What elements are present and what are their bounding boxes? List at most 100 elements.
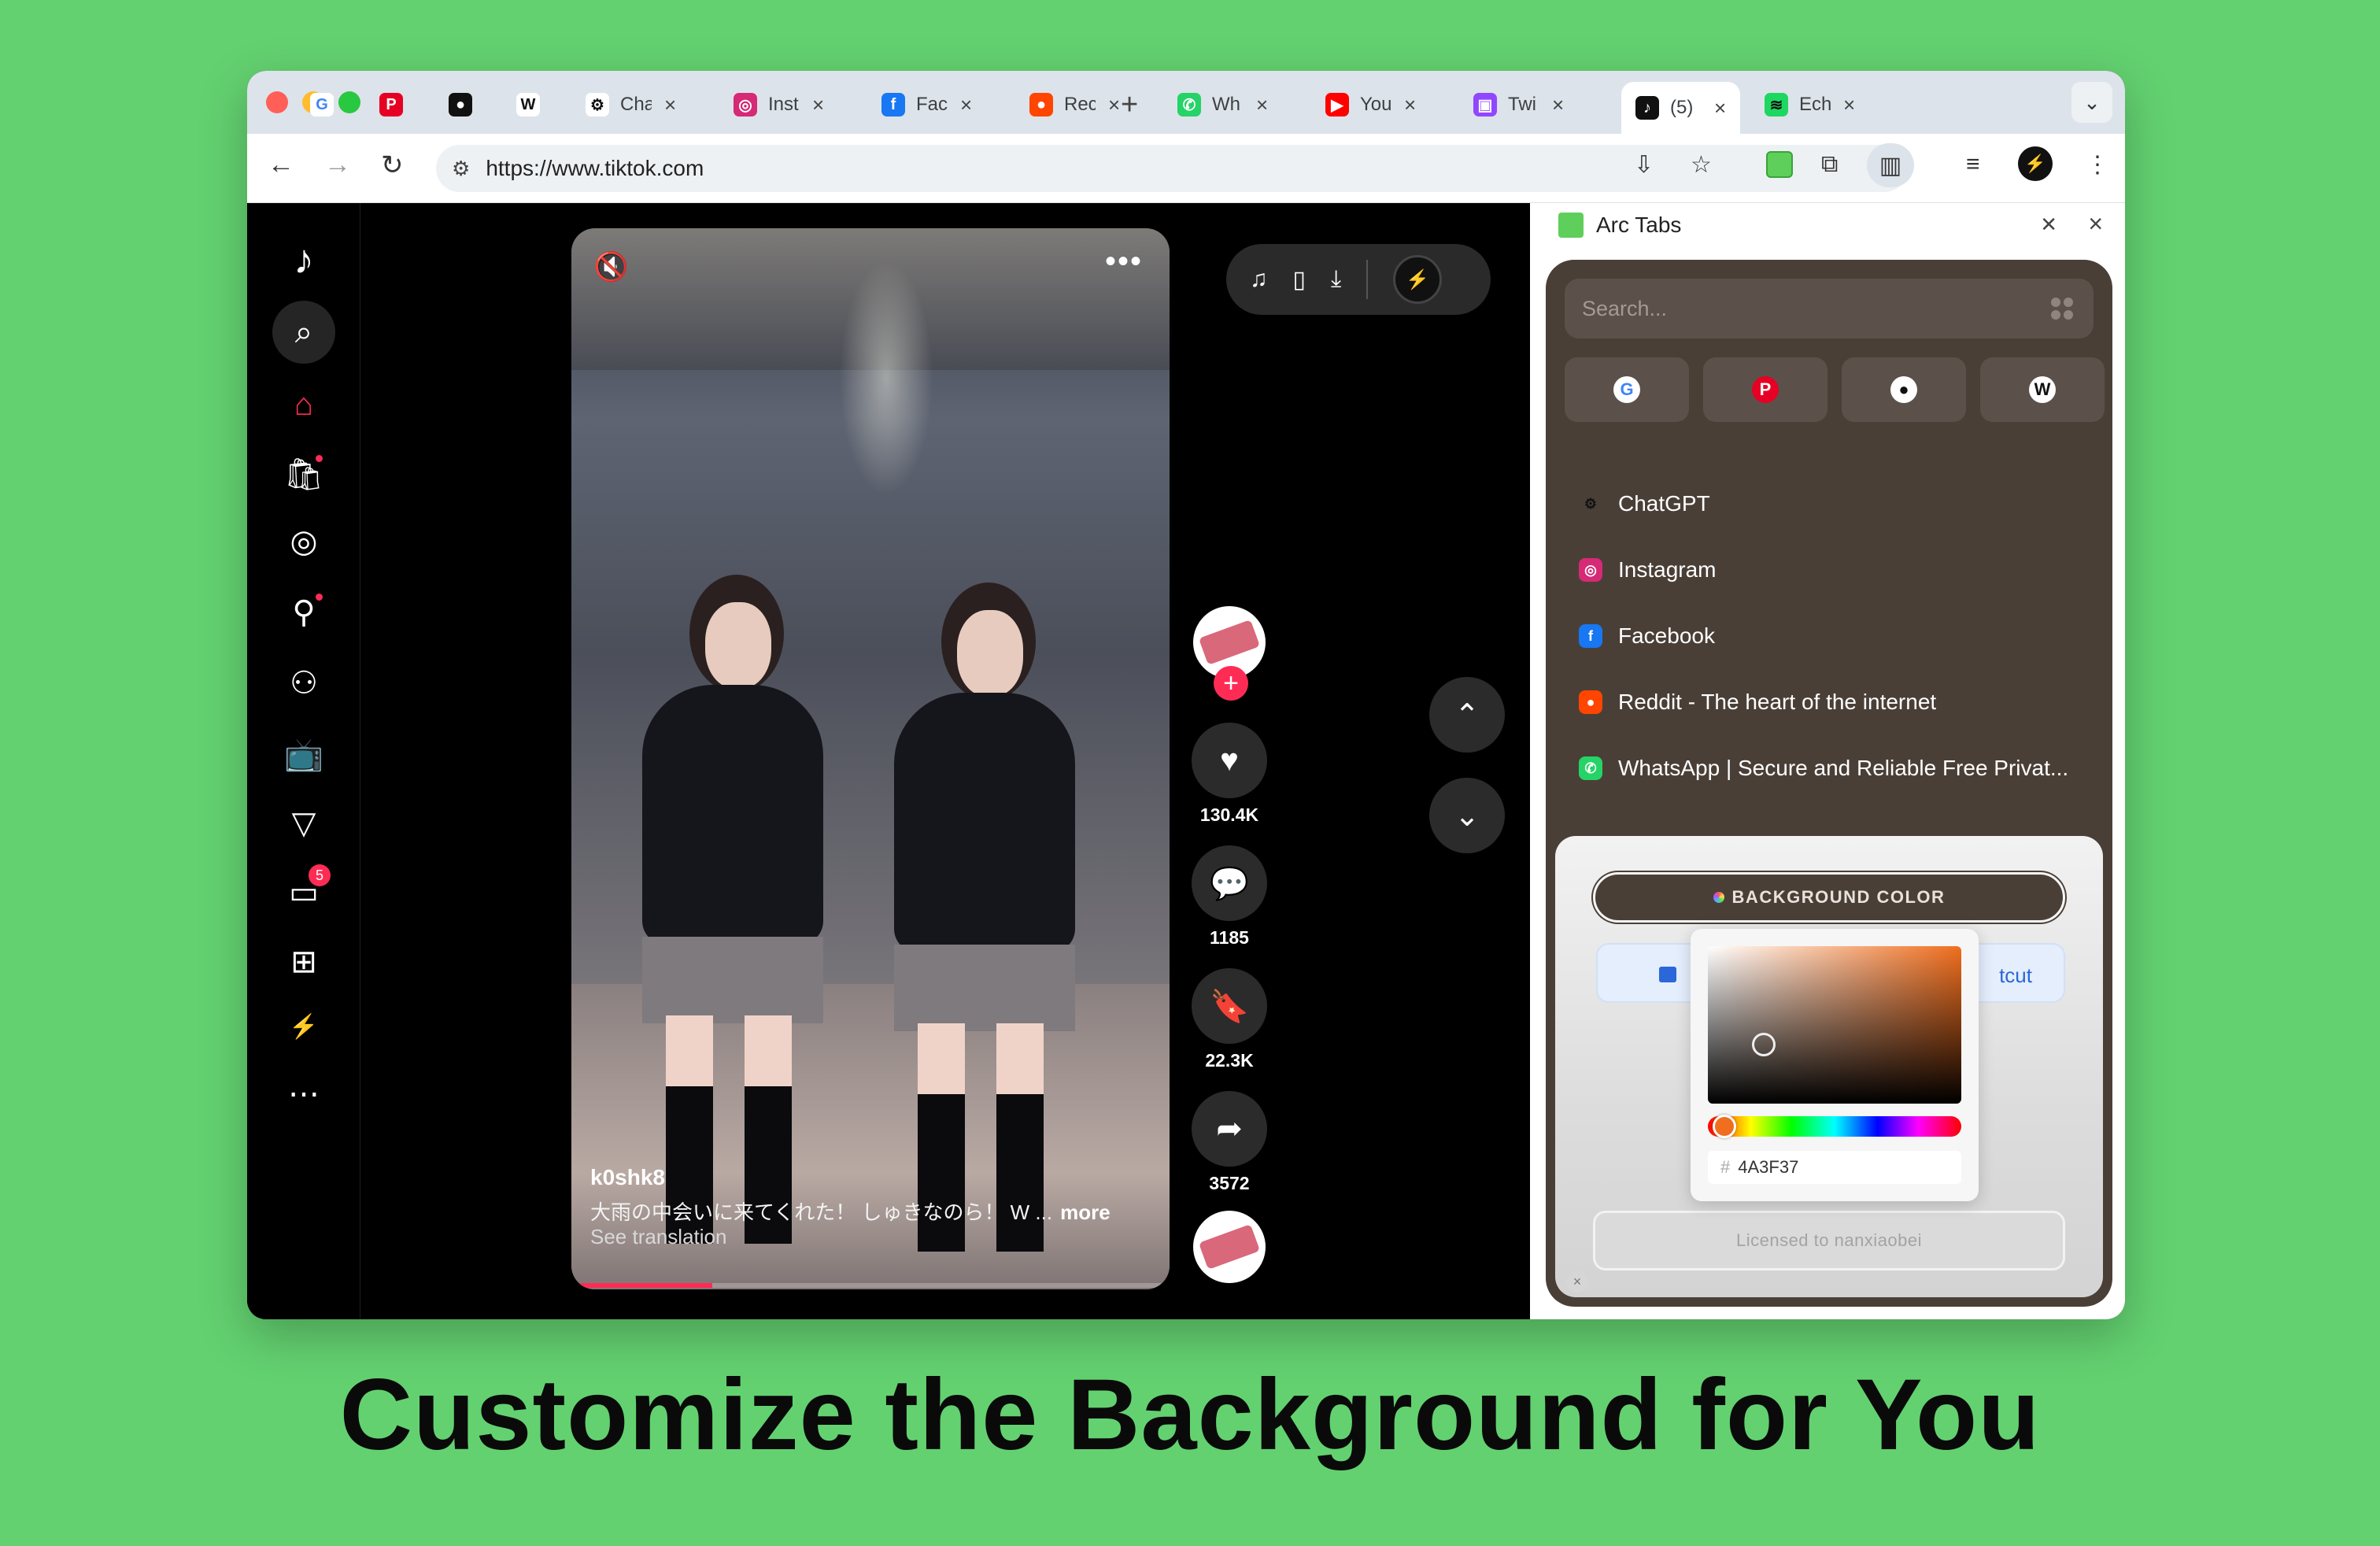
follow-plus-icon[interactable]: + xyxy=(1214,666,1248,701)
friends-icon[interactable]: ⚇ xyxy=(280,660,327,707)
tab-list-label: Instagram xyxy=(1618,557,1717,582)
close-tab-icon[interactable]: × xyxy=(1714,96,1726,120)
browser-menu-icon[interactable]: ⋮ xyxy=(2086,151,2109,179)
arc-tabs-extension-icon[interactable] xyxy=(1766,151,1793,178)
browser-window: G P ● W ⚙ Cha × ◎ Inst × f Fac × ● Rec × ✆ Wh × ▶ You × ▣ Twi × ♪… xyxy=(247,71,2125,1319)
search-icon[interactable]: ⌕ xyxy=(272,301,335,364)
side-panel-button[interactable]: ▥ xyxy=(1867,143,1914,187)
close-window-button[interactable] xyxy=(266,91,288,113)
inbox-icon[interactable]: ▭ 5 xyxy=(280,864,331,916)
saturation-value-area[interactable] xyxy=(1708,946,1961,1104)
reading-list-icon[interactable]: ≡ xyxy=(1966,151,1980,178)
background-color-button[interactable]: BACKGROUND COLOR xyxy=(1593,872,2065,923)
close-tab-icon[interactable]: × xyxy=(1256,93,1268,117)
tab-wikipedia[interactable]: W xyxy=(516,82,540,128)
profile-avatar[interactable]: ⚡ xyxy=(2018,146,2053,181)
caption-text: 大雨の中会いに来てくれた！ しゅきなのら！ W ... xyxy=(590,1200,1053,1224)
pinned-tab-google[interactable]: G xyxy=(1565,357,1689,422)
music-disc-avatar[interactable] xyxy=(1193,1211,1266,1283)
see-translation-link[interactable]: See translation xyxy=(590,1225,726,1249)
new-tab-button[interactable]: + xyxy=(1121,88,1138,122)
unpin-icon[interactable]: ✕ xyxy=(2040,213,2057,237)
close-settings-icon[interactable]: × xyxy=(1566,1270,1588,1293)
tab-spotify[interactable]: ≋ Ech × xyxy=(1765,82,1855,128)
tab-apple[interactable]: ● xyxy=(449,82,472,128)
forward-button[interactable]: → xyxy=(324,150,351,180)
pinned-tab-wikipedia[interactable]: W xyxy=(1980,357,2105,422)
messages-send-icon[interactable]: ▽ xyxy=(280,800,327,847)
home-icon[interactable]: ⌂ xyxy=(280,381,327,428)
tab-whatsapp[interactable]: ✆ Wh × xyxy=(1177,82,1268,128)
saturation-handle[interactable] xyxy=(1752,1033,1776,1056)
extension-icon[interactable]: ⚡ xyxy=(280,1003,327,1050)
floating-extension-toolbar: ♫ ▯ ⤓ ⚡ xyxy=(1226,244,1491,315)
close-tab-icon[interactable]: × xyxy=(1404,93,1416,117)
download-icon[interactable]: ⤓ xyxy=(1331,266,1341,293)
tab-chatgpt[interactable]: ⚙ Cha × xyxy=(586,82,676,128)
reload-button[interactable]: ↻ xyxy=(381,150,404,181)
video-caption: 大雨の中会いに来てくれた！ しゅきなのら！ W ... more xyxy=(590,1196,1141,1226)
site-info-icon[interactable]: ⚙ xyxy=(452,157,470,181)
shop-icon[interactable]: 🛍 xyxy=(280,450,327,497)
shop-notification-dot xyxy=(316,455,323,462)
tiktok-logo-icon[interactable]: ♪ xyxy=(280,236,327,283)
tab-list-item[interactable]: ✆ WhatsApp | Secure and Reliable Free Pri… xyxy=(1579,735,2082,801)
comment-icon[interactable]: 💬 xyxy=(1192,845,1267,921)
tab-twitch[interactable]: ▣ Twi × xyxy=(1473,82,1564,128)
person-leg xyxy=(996,1023,1044,1102)
close-tab-icon[interactable]: × xyxy=(960,93,972,117)
following-icon[interactable]: ⚲ xyxy=(280,589,327,636)
previous-video-chevron-up-icon[interactable]: ⌃ xyxy=(1429,677,1505,753)
hex-input[interactable]: #4A3F37 xyxy=(1708,1151,1961,1184)
caption-more-link[interactable]: more xyxy=(1060,1200,1111,1224)
back-button[interactable]: ← xyxy=(268,150,294,180)
bookmark-icon[interactable]: 🔖 xyxy=(1192,968,1267,1044)
tab-pinterest[interactable]: P xyxy=(379,82,403,128)
pinned-tab-apple[interactable]: ● xyxy=(1842,357,1966,422)
more-icon[interactable]: ⋯ xyxy=(280,1071,327,1118)
tab-google[interactable]: G xyxy=(310,82,334,128)
hue-handle[interactable] xyxy=(1713,1115,1736,1138)
close-tab-icon[interactable]: × xyxy=(1552,93,1564,117)
tab-instagram[interactable]: ◎ Inst × xyxy=(734,82,824,128)
explore-compass-icon[interactable]: ◎ xyxy=(280,518,327,565)
close-tab-icon[interactable]: × xyxy=(1108,93,1120,117)
close-tab-icon[interactable]: × xyxy=(664,93,676,117)
video-options-icon[interactable]: ••• xyxy=(1105,244,1143,279)
share-arrow-icon[interactable]: ➦ xyxy=(1192,1091,1267,1167)
maximize-window-button[interactable] xyxy=(338,91,360,113)
extension-logo-icon[interactable]: ⚡ xyxy=(1393,255,1443,304)
video-player[interactable]: 🔇 ••• k0shk8 大雨の中会いに来てくれた！ しゅきなのら！ W ...… xyxy=(571,228,1170,1289)
pinned-tab-pinterest[interactable]: P xyxy=(1703,357,1828,422)
live-icon[interactable]: 📺 xyxy=(280,730,327,778)
close-side-panel-icon[interactable]: × xyxy=(2088,209,2103,239)
install-app-icon[interactable]: ⇩ xyxy=(1634,151,1654,179)
license-button[interactable]: Licensed to nanxiaobei xyxy=(1593,1211,2065,1270)
next-video-chevron-down-icon[interactable]: ⌄ xyxy=(1429,778,1505,853)
tiktok-sidebar: ♪ ⌕ ⌂ 🛍 ◎ ⚲ ⚇ 📺 ▽ ▭ 5 ⊞ ⚡ ⋯ xyxy=(247,203,360,1319)
tab-search-input[interactable]: Search... xyxy=(1565,279,2094,338)
upload-icon[interactable]: ⊞ xyxy=(280,938,327,986)
video-author[interactable]: k0shk8 xyxy=(590,1165,665,1190)
close-tab-icon[interactable]: × xyxy=(1843,93,1855,117)
mobile-view-icon[interactable]: ▯ xyxy=(1293,266,1306,294)
like-heart-icon[interactable]: ♥ xyxy=(1192,723,1267,798)
tab-youtube[interactable]: ▶ You × xyxy=(1325,82,1416,128)
close-tab-icon[interactable]: × xyxy=(812,93,824,117)
tab-list-item[interactable]: ● Reddit - The heart of the internet xyxy=(1579,669,2082,735)
tab-list-item[interactable]: f Facebook xyxy=(1579,603,2082,669)
tab-tiktok[interactable]: ♪ (5) × xyxy=(1621,82,1741,134)
tab-list-item[interactable]: ◎ Instagram xyxy=(1579,537,2082,603)
tab-list-item[interactable]: ⚙ ChatGPT xyxy=(1579,471,2082,537)
tab-facebook[interactable]: f Fac × xyxy=(881,82,972,128)
address-bar[interactable]: ⚙ https://www.tiktok.com xyxy=(436,145,1908,192)
tab-search-button[interactable]: ⌄ xyxy=(2071,82,2112,123)
tiktok-mode-icon[interactable]: ♫ xyxy=(1250,266,1268,293)
tab-reddit[interactable]: ● Rec × xyxy=(1029,82,1120,128)
extensions-icon[interactable]: ⧉ xyxy=(1821,151,1838,178)
video-progress-bar[interactable] xyxy=(578,1283,1163,1288)
hue-slider[interactable] xyxy=(1708,1116,1961,1137)
bookmark-star-icon[interactable]: ☆ xyxy=(1691,151,1712,179)
settings-dots-icon[interactable] xyxy=(2051,298,2073,320)
mute-icon[interactable]: 🔇 xyxy=(593,250,629,283)
